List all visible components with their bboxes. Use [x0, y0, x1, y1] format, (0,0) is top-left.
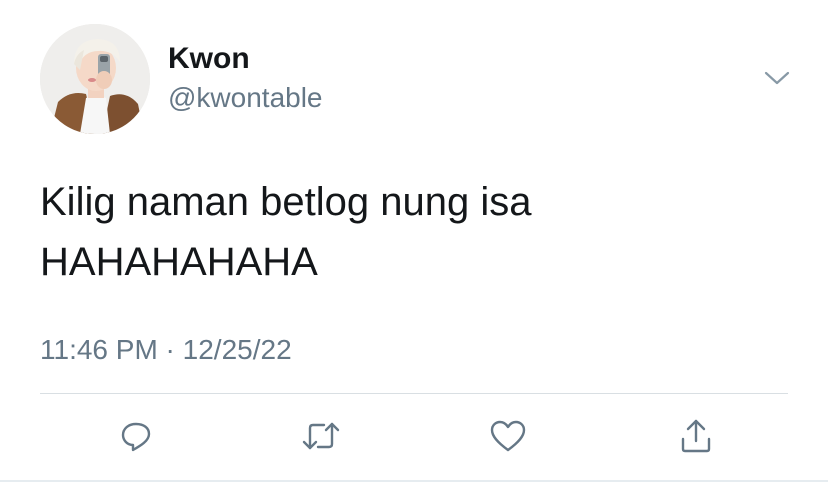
retweet-button[interactable] — [301, 416, 341, 456]
tweet-text: Kilig naman betlog nung isa HAHAHAHAHA — [40, 172, 800, 292]
heart-icon — [490, 420, 526, 452]
tweet-text-line: HAHAHAHAHA — [40, 240, 318, 284]
like-button[interactable] — [488, 416, 528, 456]
tweet-timestamp[interactable]: 11:46 PM · 12/25/22 — [40, 333, 292, 367]
retweet-icon — [302, 422, 340, 450]
tweet-text-line: Kilig naman betlog nung isa — [40, 180, 532, 224]
chevron-down-icon[interactable] — [760, 64, 794, 92]
share-icon — [681, 419, 711, 453]
reply-button[interactable] — [116, 416, 156, 456]
reply-icon — [121, 422, 151, 452]
divider — [40, 393, 788, 394]
avatar[interactable] — [40, 24, 150, 134]
avatar-image — [40, 24, 150, 134]
share-button[interactable] — [676, 416, 716, 456]
user-handle[interactable]: @kwontable — [168, 82, 323, 114]
tweet-detail: Kwon @kwontable Kilig naman betlog nung … — [0, 0, 828, 482]
display-name[interactable]: Kwon — [168, 42, 250, 76]
